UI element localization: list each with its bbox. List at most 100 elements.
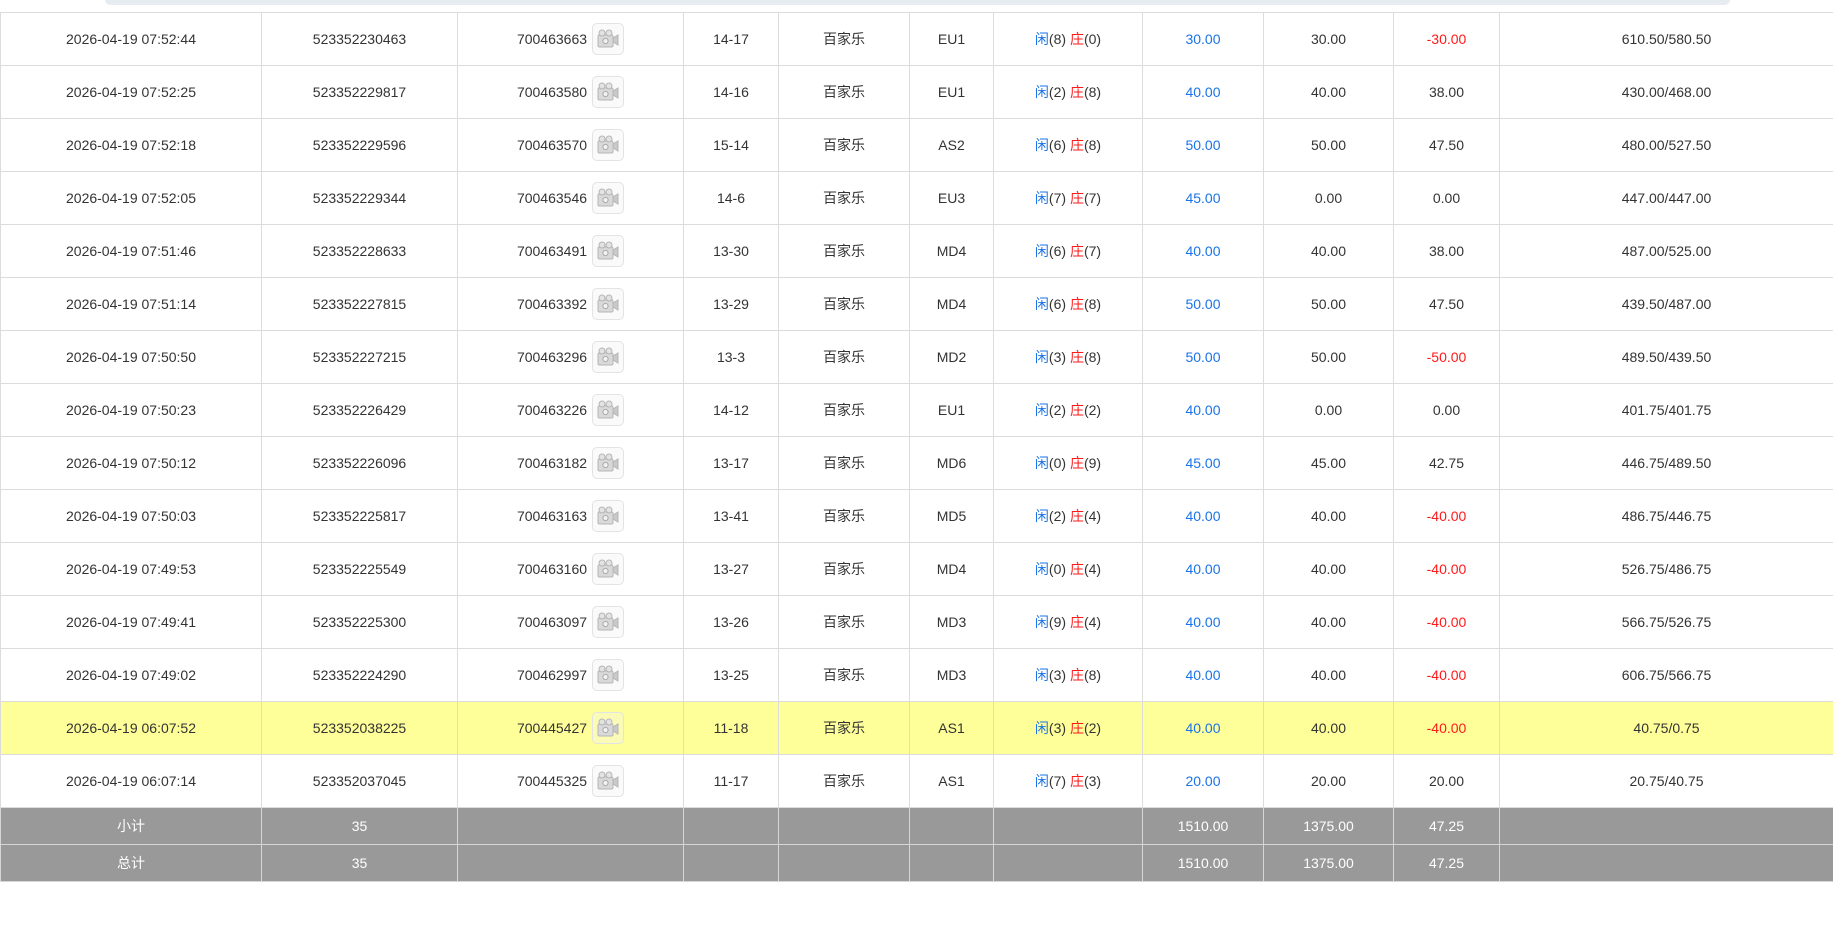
video-replay-icon-glyph xyxy=(597,771,619,790)
order-id-cell: 523352226096 xyxy=(261,436,458,490)
video-replay-icon[interactable] xyxy=(592,182,625,214)
banker-label: 庄 xyxy=(1069,31,1084,47)
round-id-cell: 700463163 xyxy=(457,489,684,543)
summary-bet: 1510.00 xyxy=(1142,807,1264,845)
video-replay-icon[interactable] xyxy=(592,712,625,744)
win-loss-cell: 20.00 xyxy=(1393,754,1500,808)
video-replay-icon[interactable] xyxy=(592,447,625,479)
summary-row: 小计 35 1510.00 1375.00 47.25 xyxy=(0,807,1833,845)
video-replay-icon[interactable] xyxy=(592,23,625,55)
order-id-cell: 523352228633 xyxy=(261,224,458,278)
game-type-cell: 百家乐 xyxy=(778,701,910,755)
summary-empty xyxy=(993,807,1143,845)
video-replay-icon[interactable] xyxy=(592,500,625,532)
bet-amount-cell: 40.00 xyxy=(1142,65,1264,119)
balance-cell: 486.75/446.75 xyxy=(1499,489,1833,543)
table-row: 2026-04-19 07:49:53 523352225549 7004631… xyxy=(0,542,1833,596)
video-replay-icon[interactable] xyxy=(592,129,625,161)
table-row: 2026-04-19 07:51:14 523352227815 7004633… xyxy=(0,277,1833,331)
banker-points: (4) xyxy=(1083,614,1102,630)
player-label: 闲 xyxy=(1034,614,1049,630)
video-replay-icon[interactable] xyxy=(592,765,625,797)
shoe-round-cell: 14-17 xyxy=(683,12,779,66)
table-row: 2026-04-19 06:07:14 523352037045 7004453… xyxy=(0,754,1833,808)
banker-label: 庄 xyxy=(1069,773,1084,789)
video-replay-icon-glyph xyxy=(597,718,619,737)
summary-bet: 1510.00 xyxy=(1142,844,1264,882)
video-replay-icon-glyph xyxy=(597,82,619,101)
banker-points: (7) xyxy=(1083,243,1102,259)
win-loss-cell: 38.00 xyxy=(1393,65,1500,119)
banker-label: 庄 xyxy=(1069,402,1084,418)
table-code-cell: MD4 xyxy=(909,224,994,278)
valid-bet-cell: 50.00 xyxy=(1263,277,1394,331)
bet-records-table: 2026-04-19 07:52:44 523352230463 7004636… xyxy=(0,12,1833,882)
summary-empty xyxy=(457,844,684,882)
table-code-cell: AS1 xyxy=(909,701,994,755)
summary-count: 35 xyxy=(261,844,458,882)
game-type-cell: 百家乐 xyxy=(778,118,910,172)
video-replay-icon-glyph xyxy=(597,29,619,48)
video-replay-icon-glyph xyxy=(597,400,619,419)
round-id-cell: 700463296 xyxy=(457,330,684,384)
shoe-round-cell: 13-30 xyxy=(683,224,779,278)
win-loss-cell: -40.00 xyxy=(1393,595,1500,649)
balance-cell: 430.00/468.00 xyxy=(1499,65,1833,119)
video-replay-icon-glyph xyxy=(597,188,619,207)
balance-cell: 566.75/526.75 xyxy=(1499,595,1833,649)
game-type-cell: 百家乐 xyxy=(778,224,910,278)
summary-empty xyxy=(457,807,684,845)
shoe-round-cell: 14-12 xyxy=(683,383,779,437)
player-points: (2) xyxy=(1048,508,1067,524)
result-cell: 闲(3) 庄(8) xyxy=(993,330,1143,384)
balance-cell: 20.75/40.75 xyxy=(1499,754,1833,808)
result-cell: 闲(2) 庄(4) xyxy=(993,489,1143,543)
bet-time-cell: 2026-04-19 07:50:50 xyxy=(0,330,262,384)
order-id-cell: 523352230463 xyxy=(261,12,458,66)
banker-label: 庄 xyxy=(1069,561,1084,577)
game-type-cell: 百家乐 xyxy=(778,489,910,543)
player-label: 闲 xyxy=(1034,349,1049,365)
table-code-cell: MD6 xyxy=(909,436,994,490)
video-replay-icon[interactable] xyxy=(592,76,625,108)
table-body: 2026-04-19 07:52:44 523352230463 7004636… xyxy=(0,12,1833,882)
valid-bet-cell: 40.00 xyxy=(1263,701,1394,755)
video-replay-icon[interactable] xyxy=(592,288,625,320)
shoe-round-cell: 13-3 xyxy=(683,330,779,384)
result-cell: 闲(3) 庄(8) xyxy=(993,648,1143,702)
table-code-cell: MD3 xyxy=(909,648,994,702)
table-row: 2026-04-19 07:52:44 523352230463 7004636… xyxy=(0,12,1833,66)
table-row: 2026-04-19 07:50:50 523352227215 7004632… xyxy=(0,330,1833,384)
win-loss-cell: 0.00 xyxy=(1393,171,1500,225)
video-replay-icon[interactable] xyxy=(592,394,625,426)
shoe-round-cell: 13-25 xyxy=(683,648,779,702)
video-replay-icon[interactable] xyxy=(592,659,625,691)
player-points: (7) xyxy=(1048,773,1067,789)
valid-bet-cell: 45.00 xyxy=(1263,436,1394,490)
bet-amount-cell: 50.00 xyxy=(1142,277,1264,331)
shoe-round-cell: 13-41 xyxy=(683,489,779,543)
bet-amount-cell: 40.00 xyxy=(1142,224,1264,278)
round-id-text: 700445427 xyxy=(516,720,588,736)
order-id-cell: 523352229596 xyxy=(261,118,458,172)
table-code-cell: MD4 xyxy=(909,277,994,331)
table-code-cell: MD2 xyxy=(909,330,994,384)
game-type-cell: 百家乐 xyxy=(778,171,910,225)
round-id-cell: 700463663 xyxy=(457,12,684,66)
banker-label: 庄 xyxy=(1069,349,1084,365)
video-replay-icon[interactable] xyxy=(592,341,625,373)
table-row: 2026-04-19 07:52:18 523352229596 7004635… xyxy=(0,118,1833,172)
table-row: 2026-04-19 06:07:52 523352038225 7004454… xyxy=(0,701,1833,755)
video-replay-icon[interactable] xyxy=(592,606,625,638)
result-cell: 闲(7) 庄(3) xyxy=(993,754,1143,808)
table-row: 2026-04-19 07:52:25 523352229817 7004635… xyxy=(0,65,1833,119)
video-replay-icon-glyph xyxy=(597,612,619,631)
player-points: (0) xyxy=(1048,561,1067,577)
round-id-text: 700445325 xyxy=(516,773,588,789)
video-replay-icon[interactable] xyxy=(592,235,625,267)
valid-bet-cell: 40.00 xyxy=(1263,224,1394,278)
bet-time-cell: 2026-04-19 07:52:05 xyxy=(0,171,262,225)
video-replay-icon[interactable] xyxy=(592,553,625,585)
shoe-round-cell: 11-18 xyxy=(683,701,779,755)
round-id-cell: 700463392 xyxy=(457,277,684,331)
